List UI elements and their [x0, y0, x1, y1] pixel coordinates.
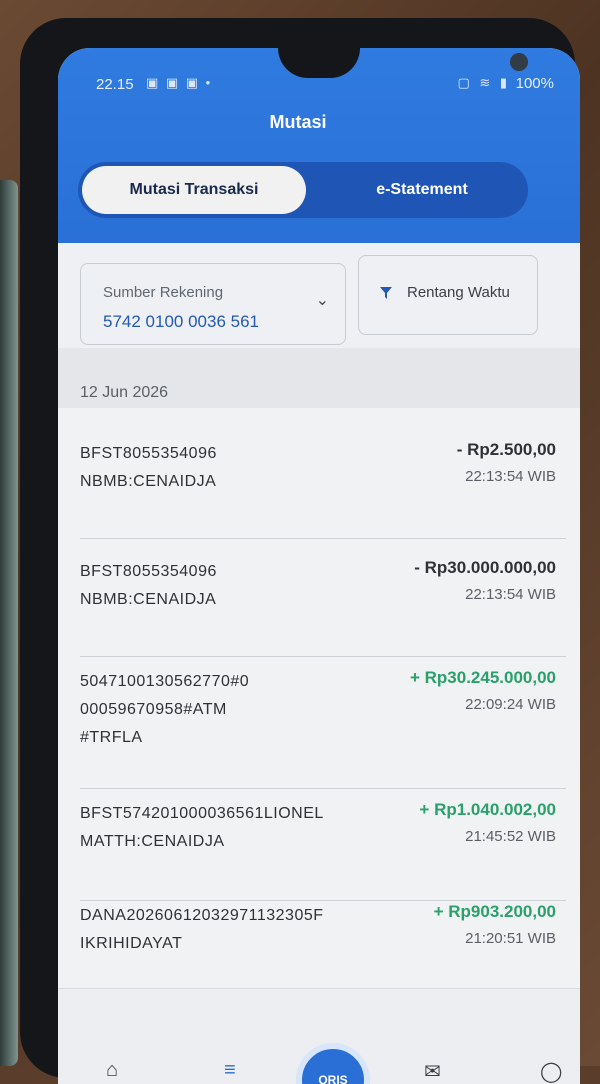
date-range-button[interactable]: Rentang Waktu [358, 255, 538, 335]
transaction-item[interactable]: BFST574201000036561LIONEL MATTH:CENAIDJA… [80, 800, 566, 901]
phone-frame: 22.15 ▣ ▣ ▣ • ▢ ≋ ▮ 100% Mutasi Mutasi T… [20, 18, 580, 1084]
tab-mutasi-transaksi[interactable]: Mutasi Transaksi [82, 166, 306, 214]
transaction-description: BFST574201000036561LIONEL MATTH:CENAIDJA [80, 805, 324, 850]
transaction-item[interactable]: BFST8055354096 NBMB:CENAIDJA - Rp2.500,0… [80, 440, 566, 539]
transaction-time: 22:09:24 WIB [465, 696, 556, 713]
camera-notch [278, 48, 528, 78]
qris-button[interactable]: QRIS [296, 1043, 370, 1084]
transaction-amount: + Rp1.040.002,00 [419, 800, 556, 819]
date-header: 12 Jun 2026 [58, 348, 580, 408]
app-screen: 22.15 ▣ ▣ ▣ • ▢ ≋ ▮ 100% Mutasi Mutasi T… [58, 48, 580, 1084]
profile-icon[interactable]: ◯ [540, 1059, 562, 1084]
transaction-amount: - Rp30.000.000,00 [414, 558, 556, 577]
transaction-time: 22:13:54 WIB [465, 586, 556, 603]
transaction-date: 12 Jun 2026 [80, 384, 169, 401]
account-source-dropdown[interactable]: Sumber Rekening 5742 0100 0036 561 ⌄ [80, 263, 346, 345]
tab-e-statement[interactable]: e-Statement [322, 166, 522, 214]
signal-wifi-icons: ▢ ≋ ▮ [457, 75, 510, 90]
transaction-description: DANA20260612032971132305F IKRIHIDAYAT [80, 907, 324, 952]
front-camera-icon [510, 53, 528, 71]
notification-icons: ▣ ▣ ▣ • [146, 75, 213, 90]
transaction-list: BFST8055354096 NBMB:CENAIDJA - Rp2.500,0… [58, 408, 580, 1003]
transaction-description: BFST8055354096 NBMB:CENAIDJA [80, 563, 217, 608]
transaction-description: BFST8055354096 NBMB:CENAIDJA [80, 445, 217, 490]
status-time: 22.15 [96, 76, 134, 93]
app-header: 22.15 ▣ ▣ ▣ • ▢ ≋ ▮ 100% Mutasi Mutasi T… [58, 48, 580, 243]
battery-level: 100% [515, 75, 554, 92]
source-label: Sumber Rekening [103, 284, 224, 301]
page-title: Mutasi [269, 112, 327, 132]
tab-bar: Mutasi Transaksi e-Statement [78, 162, 528, 218]
transaction-amount: - Rp2.500,00 [456, 440, 556, 459]
mail-icon[interactable]: ✉ [424, 1059, 441, 1084]
transaction-item[interactable]: BFST8055354096 NBMB:CENAIDJA - Rp30.000.… [80, 558, 566, 657]
list-icon[interactable]: ≡ [224, 1059, 236, 1082]
filter-section: Sumber Rekening 5742 0100 0036 561 ⌄ Ren… [58, 243, 580, 353]
chevron-down-icon: ⌄ [315, 292, 329, 309]
bottom-navigation: ⌂ ≡ QRIS ✉ ◯ [58, 988, 580, 1084]
date-range-label: Rentang Waktu [407, 284, 510, 301]
home-icon[interactable]: ⌂ [106, 1059, 118, 1082]
transaction-description: 5047100130562770#0 00059670958#ATM #TRFL… [80, 673, 250, 746]
account-number: 5742 0100 0036 561 [103, 312, 259, 331]
transaction-amount: + Rp30.245.000,00 [409, 668, 556, 687]
transaction-time: 21:20:51 WIB [465, 930, 556, 947]
transaction-time: 22:13:54 WIB [465, 468, 556, 485]
qris-icon: QRIS [318, 1073, 348, 1084]
transaction-time: 21:45:52 WIB [465, 828, 556, 845]
transaction-item[interactable]: 5047100130562770#0 00059670958#ATM #TRFL… [80, 668, 566, 789]
background-object [0, 180, 18, 1066]
transaction-amount: + Rp903.200,00 [433, 902, 556, 921]
filter-icon [380, 287, 392, 299]
